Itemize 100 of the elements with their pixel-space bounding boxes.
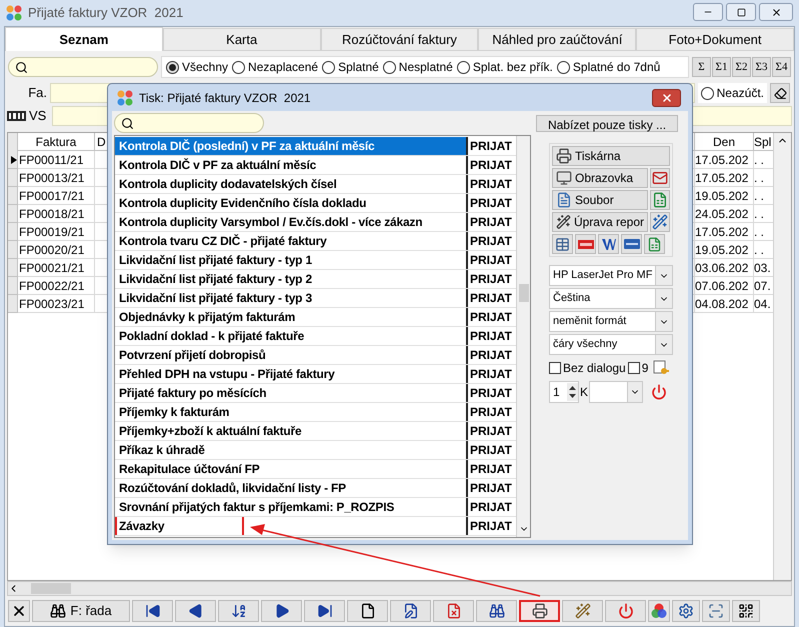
report-row[interactable]: Kontrola duplicity dodavatelských čísel — [115, 175, 466, 193]
sum-button[interactable]: Σ4 — [772, 57, 791, 77]
radio-button[interactable] — [232, 60, 246, 74]
column-header[interactable]: Den — [695, 133, 754, 151]
report-row[interactable]: Likvidační list přijaté faktury - typ 3 — [115, 289, 466, 307]
dropdown[interactable]: Čeština — [549, 288, 673, 309]
word-export-button[interactable] — [598, 234, 619, 254]
row-header-cell[interactable] — [8, 187, 18, 205]
dropdown[interactable]: HP LaserJet Pro MF — [549, 265, 673, 286]
column-header[interactable]: Spl — [754, 133, 773, 151]
search-field[interactable] — [8, 57, 158, 77]
toolbar-button[interactable] — [175, 600, 216, 622]
row-header-cell[interactable] — [8, 205, 18, 223]
range-button[interactable]: F: řada — [32, 600, 130, 622]
row-header-cell[interactable] — [8, 277, 18, 295]
report-row[interactable]: Pokladní doklad - k přijaté faktuře — [115, 327, 466, 345]
copies-spinner[interactable]: 1 — [549, 381, 579, 403]
row-header-cell[interactable] — [8, 151, 18, 169]
output-button[interactable]: Obrazovka — [552, 168, 648, 188]
scanner-icon — [708, 603, 724, 619]
radio-button[interactable] — [456, 60, 470, 74]
report-row[interactable]: Kontrola duplicity Varsymbol / Ev.čís.dokl - více zákazn — [115, 213, 466, 231]
output-option-button[interactable] — [650, 190, 670, 210]
html-export-button[interactable] — [621, 234, 642, 254]
radio-button[interactable] — [166, 60, 179, 74]
toolbar-button[interactable] — [519, 600, 560, 622]
output-button[interactable]: Tiskárna — [552, 146, 670, 166]
horizontal-scrollbar[interactable] — [7, 581, 792, 596]
report-name: Likvidační list přijaté faktury - typ 2 — [118, 271, 313, 288]
report-row[interactable]: Přijaté faktury po měsících — [115, 384, 466, 402]
output-option-button[interactable] — [650, 212, 670, 232]
radio-button[interactable] — [382, 60, 396, 74]
toolbar-button[interactable] — [304, 600, 345, 622]
dropdown[interactable]: neměnit formát — [549, 311, 673, 332]
radio-button[interactable] — [700, 86, 714, 100]
maximize-button[interactable] — [726, 3, 756, 21]
checkbox[interactable]: 9 — [628, 359, 648, 377]
close-button[interactable] — [759, 3, 793, 21]
sum-button[interactable]: Σ1 — [712, 57, 731, 77]
toolbar-button[interactable] — [476, 600, 517, 622]
dropdown[interactable]: čáry všechny — [549, 334, 673, 355]
toolbar-button[interactable] — [218, 600, 259, 622]
toolbar-button[interactable] — [261, 600, 302, 622]
radio-button[interactable] — [556, 60, 570, 74]
scrollbar[interactable] — [773, 133, 791, 580]
clear-button[interactable] — [770, 83, 790, 103]
scroll-thumb[interactable] — [518, 284, 528, 302]
report-row[interactable]: Závazky — [115, 517, 466, 535]
toolbar-button[interactable] — [390, 600, 431, 622]
tab[interactable]: Seznam — [5, 27, 163, 51]
report-row[interactable]: Kontrola tvaru CZ DIČ - přijaté faktury — [115, 232, 466, 250]
wand-icon — [556, 214, 571, 230]
report-row[interactable]: Kontrola DIČ (poslední) v PF za aktuální měsíc — [115, 137, 466, 155]
grid-export-button[interactable] — [552, 234, 573, 254]
checkbox[interactable]: Bez dialogu — [549, 359, 626, 377]
toolbar-button[interactable] — [132, 600, 173, 622]
close-dialog-button[interactable] — [650, 383, 668, 401]
toolbar-button[interactable] — [732, 600, 760, 622]
report-row[interactable]: Rozúčtování dokladů, likvidační listy - FP — [115, 479, 466, 497]
filter-button[interactable]: Nabízet pouze tisky ... — [536, 114, 678, 132]
report-row[interactable]: Rekapitulace účtování FP — [115, 460, 466, 478]
row-header-cell[interactable] — [8, 241, 18, 259]
scrollbar[interactable] — [516, 136, 530, 537]
toolbar-button[interactable] — [8, 600, 30, 622]
report-name: Rekapitulace účtování FP — [118, 461, 261, 478]
report-row[interactable]: Přehled DPH na vstupu - Přijaté faktury — [115, 365, 466, 383]
report-row[interactable]: Kontrola DIČ v PF za aktuální měsíc — [115, 156, 466, 174]
radio-button[interactable] — [322, 60, 336, 74]
search-field[interactable] — [114, 113, 264, 133]
report-row[interactable]: Příjemky+zboží k aktuální faktuře — [115, 422, 466, 440]
row-header-cell[interactable] — [8, 295, 18, 313]
tab[interactable]: Rozúčtování faktury — [320, 28, 478, 51]
toolbar-button[interactable] — [672, 600, 700, 622]
report-row[interactable]: Kontrola duplicity Evidenčního čísla dokladu — [115, 194, 466, 212]
output-button[interactable]: Úprava repor — [552, 212, 648, 232]
report-row[interactable]: Objednávky k přijatým fakturám — [115, 308, 466, 326]
sum-button[interactable]: Σ2 — [732, 57, 751, 77]
dialog-close-button[interactable] — [652, 88, 681, 106]
sum-button[interactable]: Σ3 — [752, 57, 771, 77]
sum-button[interactable]: Σ — [692, 57, 711, 77]
output-option-button[interactable] — [650, 168, 670, 188]
report-row[interactable]: Likvidační list přijaté faktury - typ 2 — [115, 270, 466, 288]
report-row[interactable]: Příkaz k úhradě — [115, 441, 466, 459]
row-header-cell[interactable] — [8, 169, 18, 187]
excel-export-button[interactable] — [644, 234, 665, 254]
report-row[interactable]: Potvrzení přijetí dobropisů — [115, 346, 466, 364]
output-button[interactable]: Soubor — [552, 190, 648, 210]
pdf-export-button[interactable] — [575, 234, 596, 254]
report-row[interactable]: Likvidační list přijaté faktury - typ 1 — [115, 251, 466, 269]
scroll-thumb[interactable] — [31, 583, 71, 594]
tab[interactable]: Karta — [162, 28, 321, 51]
tab[interactable]: Foto+Dokument — [636, 28, 794, 51]
row-header-cell[interactable] — [8, 223, 18, 241]
report-name: Kontrola duplicity dodavatelských čísel — [118, 176, 338, 193]
column-header[interactable]: Faktura — [18, 133, 95, 151]
report-row[interactable]: Srovnání přijatých faktur s příjemkami: P_ROZPIS — [115, 498, 466, 516]
report-row[interactable]: Příjemky k fakturám — [115, 403, 466, 421]
tab[interactable]: Náhled pro zaúčtování — [478, 28, 636, 51]
toolbar-button[interactable] — [347, 600, 388, 622]
row-header-cell[interactable] — [8, 259, 18, 277]
